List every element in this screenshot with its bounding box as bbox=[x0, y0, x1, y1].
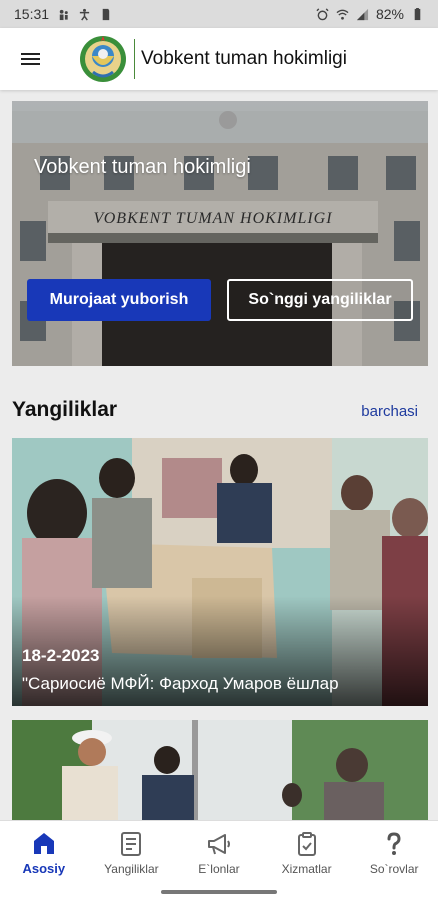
wifi-icon bbox=[336, 9, 349, 20]
news-card[interactable]: 18-2-2023 "Сариосиё МФЙ: Фарход Умаров ё… bbox=[12, 438, 428, 706]
alarm-icon bbox=[316, 7, 329, 20]
nav-item-news[interactable]: Yangiliklar bbox=[88, 821, 176, 884]
news-photo bbox=[12, 720, 428, 824]
battery-percent: 82% bbox=[375, 6, 404, 22]
status-bar: 15:31 82% bbox=[0, 0, 438, 28]
building-photo: VOBKENT TUMAN HOKIMLIGI bbox=[12, 101, 428, 366]
nav-item-surveys[interactable]: So`rovlar bbox=[350, 821, 438, 884]
accessibility-icon bbox=[79, 8, 90, 21]
megaphone-icon bbox=[207, 833, 230, 854]
news-date: 18-2-2023 bbox=[22, 646, 100, 665]
hero-banner: VOBKENT TUMAN HOKIMLIGI Vobkent tuman ho… bbox=[12, 101, 428, 366]
emblem-logo bbox=[80, 36, 126, 82]
clipboard-check-icon bbox=[297, 831, 316, 856]
home-icon bbox=[33, 833, 54, 854]
nav-label: E`lonlar bbox=[198, 861, 240, 876]
signal-icon bbox=[356, 8, 369, 20]
hero-title: Vobkent tuman hokimligi bbox=[34, 156, 251, 178]
nav-item-services[interactable]: Xizmatlar bbox=[263, 821, 351, 884]
sim-card-icon bbox=[102, 8, 110, 20]
news-title: "Сариосиё МФЙ: Фарход Умаров ёшлар bbox=[22, 674, 339, 693]
home-indicator[interactable] bbox=[161, 890, 277, 894]
battery-icon bbox=[414, 7, 421, 20]
logo-divider bbox=[134, 39, 135, 79]
question-icon bbox=[387, 831, 401, 855]
menu-button[interactable] bbox=[0, 28, 60, 90]
nav-label: Xizmatlar bbox=[281, 861, 332, 876]
app-title: Vobkent tuman hokimligi bbox=[141, 48, 347, 69]
news-section-title: Yangiliklar bbox=[12, 398, 118, 421]
nav-label: So`rovlar bbox=[369, 861, 419, 876]
nav-label: Yangiliklar bbox=[104, 861, 159, 876]
nav-item-home[interactable]: Asosiy bbox=[0, 821, 88, 884]
bottom-navigation: Asosiy Yangiliklar E`lonlar Xizmatlar So… bbox=[0, 820, 438, 884]
status-time: 15:31 bbox=[14, 6, 50, 22]
news-icon bbox=[121, 831, 142, 856]
see-all-link[interactable]: barchasi bbox=[361, 403, 418, 420]
hamburger-menu-icon bbox=[20, 50, 40, 68]
people-icon bbox=[59, 9, 68, 20]
app-bar: Vobkent tuman hokimligi bbox=[0, 28, 438, 90]
nav-label: Asosiy bbox=[22, 861, 66, 876]
send-appeal-button[interactable]: Murojaat yuborish bbox=[27, 279, 211, 321]
news-card[interactable] bbox=[12, 720, 428, 824]
latest-news-button[interactable]: So`nggi yangiliklar bbox=[227, 279, 413, 321]
nav-item-announcements[interactable]: E`lonlar bbox=[175, 821, 263, 884]
screen: 15:31 82% Vobkent tuman hokimligi Vobken… bbox=[0, 0, 438, 900]
